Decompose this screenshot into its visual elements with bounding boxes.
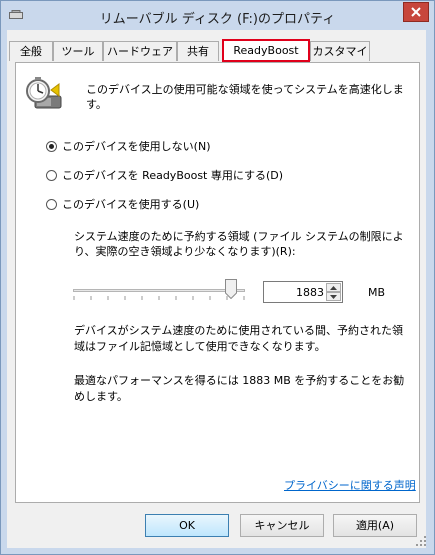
privacy-statement-link[interactable]: プライバシーに関する声明 <box>284 477 416 493</box>
tab-hardware[interactable]: ハードウェア <box>103 41 177 61</box>
reserve-space-label: システム速度のために予約する領域 (ファイル システムの制限により、実際の空き領… <box>74 230 404 258</box>
radio-label[interactable]: このデバイスを使用しない(N) <box>62 139 210 155</box>
slider-tick-marks <box>73 296 245 300</box>
radio-indicator[interactable] <box>46 170 57 181</box>
spin-up-button[interactable] <box>326 283 341 292</box>
ok-button[interactable]: OK <box>145 514 229 537</box>
tab-sharing[interactable]: 共有 <box>177 41 219 61</box>
tab-customize[interactable]: カスタマイズ <box>310 41 370 77</box>
apply-button[interactable]: 適用(A) <box>333 514 417 537</box>
cancel-button[interactable]: キャンセル <box>240 514 324 537</box>
readyboost-stopwatch-icon <box>26 77 62 109</box>
reserved-space-note: デバイスがシステム速度のために使用されている間、予約された領域はファイル記憶域と… <box>74 324 404 353</box>
tab-readyboost[interactable]: ReadyBoost <box>222 39 310 62</box>
radio-indicator[interactable] <box>46 199 57 210</box>
radio-label[interactable]: このデバイスを ReadyBoost 専用にする(D) <box>62 168 283 184</box>
window-title: リムーバブル ディスク (F:)のプロパティ <box>99 12 336 27</box>
radio-label[interactable]: このデバイスを使用する(U) <box>62 197 199 213</box>
close-button[interactable] <box>403 2 429 22</box>
close-icon <box>411 7 421 17</box>
tab-tools[interactable]: ツール <box>53 41 103 61</box>
resize-grip-icon[interactable] <box>416 536 426 546</box>
size-unit-label: MB <box>368 286 386 299</box>
readyboost-description: このデバイス上の使用可能な領域を使ってシステムを高速化します。 <box>86 83 404 111</box>
reserve-slider-track[interactable] <box>73 289 245 292</box>
arrow-up-icon <box>330 286 337 290</box>
reserve-size-input[interactable] <box>266 284 326 300</box>
reserve-size-spinner[interactable] <box>263 281 343 303</box>
title-bar[interactable]: リムーバブル ディスク (F:)のプロパティ <box>1 1 434 31</box>
readyboost-panel <box>15 62 420 503</box>
spin-down-button[interactable] <box>326 292 341 301</box>
tab-general[interactable]: 全般 <box>9 41 53 61</box>
recommendation-text: 最適なパフォーマンスを得るには 1883 MB を予約することをお勧めします。 <box>74 374 405 403</box>
arrow-down-icon <box>330 295 337 299</box>
reserve-slider-thumb[interactable] <box>225 279 238 299</box>
radio-indicator[interactable] <box>46 141 57 152</box>
